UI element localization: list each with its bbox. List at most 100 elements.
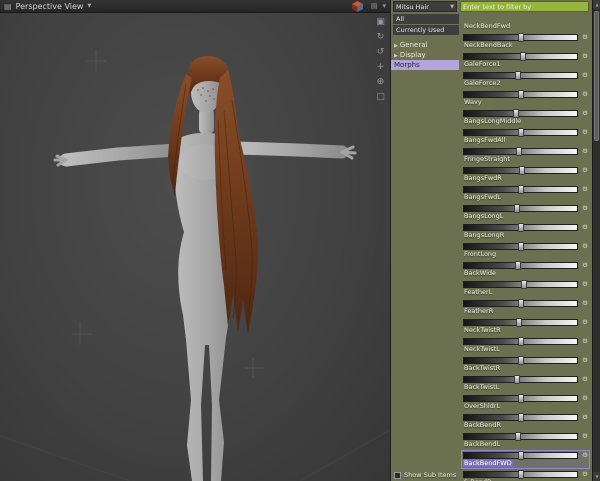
slider-options-icon[interactable]: ⚙ bbox=[580, 356, 590, 365]
slider-options-icon[interactable]: ⚙ bbox=[580, 280, 590, 289]
scrollbar-down-icon[interactable]: ▼ bbox=[593, 472, 600, 481]
slider-track[interactable] bbox=[463, 223, 578, 232]
slider-track[interactable] bbox=[463, 33, 578, 42]
slider-options-icon[interactable]: ⚙ bbox=[580, 204, 590, 213]
slider-track[interactable] bbox=[463, 299, 578, 308]
slider-options-icon[interactable]: ⚙ bbox=[580, 185, 590, 194]
slider-options-icon[interactable]: ⚙ bbox=[580, 223, 590, 232]
view-cube-icon[interactable] bbox=[351, 0, 363, 12]
slider-track[interactable] bbox=[463, 242, 578, 251]
slider-knob[interactable] bbox=[519, 52, 526, 61]
slider-track[interactable] bbox=[463, 413, 578, 422]
slider-track[interactable] bbox=[463, 451, 578, 460]
viewport-menu-icon[interactable]: ▤ bbox=[4, 0, 12, 13]
slider-knob[interactable] bbox=[517, 299, 524, 308]
slider-options-icon[interactable]: ⚙ bbox=[580, 394, 590, 403]
slider-options-icon[interactable]: ⚙ bbox=[580, 413, 590, 422]
slider-track[interactable] bbox=[463, 318, 578, 327]
collapse-pane-icon[interactable]: ▾ bbox=[382, 0, 386, 13]
slider-options-icon[interactable]: ⚙ bbox=[580, 109, 590, 118]
slider-options-icon[interactable]: ⚙ bbox=[580, 470, 590, 479]
slider-knob[interactable] bbox=[517, 185, 524, 194]
slider-track[interactable] bbox=[463, 128, 578, 137]
spin-tool-icon[interactable]: ↺ bbox=[374, 46, 387, 58]
figure-3d[interactable] bbox=[0, 0, 390, 481]
slider-knob[interactable] bbox=[517, 356, 524, 365]
viewport-3d[interactable]: ▤ Perspective View ▼ ▤ ▾ ▣ ↻ ↺ + ⊕ □ bbox=[0, 0, 390, 481]
filter-input[interactable] bbox=[460, 1, 589, 12]
slider-knob[interactable] bbox=[517, 394, 524, 403]
slider-track[interactable] bbox=[463, 109, 578, 118]
slider-knob[interactable] bbox=[515, 71, 522, 80]
zoom-tool-icon[interactable]: ⊕ bbox=[374, 76, 387, 88]
slider-track[interactable] bbox=[463, 432, 578, 441]
slider-knob[interactable] bbox=[516, 318, 523, 327]
slider-knob[interactable] bbox=[517, 90, 524, 99]
slider-track[interactable] bbox=[463, 166, 578, 175]
tree-item-morphs[interactable]: Morphs bbox=[391, 60, 459, 70]
show-sub-items-checkbox[interactable] bbox=[394, 471, 401, 479]
slider-track[interactable] bbox=[463, 356, 578, 365]
slider-knob[interactable] bbox=[517, 451, 524, 460]
slider-knob[interactable] bbox=[517, 242, 524, 251]
slider-knob[interactable] bbox=[517, 413, 524, 422]
slider-options-icon[interactable]: ⚙ bbox=[580, 33, 590, 42]
slider-knob[interactable] bbox=[512, 109, 519, 118]
expand-arrow-icon[interactable]: ▶ bbox=[394, 53, 398, 59]
pan-tool-icon[interactable]: + bbox=[374, 61, 387, 73]
quick-filter-item[interactable]: Currently Used bbox=[393, 25, 459, 35]
slider-track[interactable] bbox=[463, 147, 578, 156]
slider-options-icon[interactable]: ⚙ bbox=[580, 90, 590, 99]
slider-options-icon[interactable]: ⚙ bbox=[580, 71, 590, 80]
slider-options-icon[interactable]: ⚙ bbox=[580, 299, 590, 308]
view-selector-caret-icon[interactable]: ▼ bbox=[87, 3, 91, 9]
slider-knob[interactable] bbox=[515, 261, 522, 270]
panel-scrollbar[interactable]: ▲ ▼ bbox=[592, 0, 600, 481]
slider-knob[interactable] bbox=[517, 470, 524, 479]
slider-knob[interactable] bbox=[517, 337, 524, 346]
scrollbar-thumb[interactable] bbox=[594, 11, 599, 141]
slider-options-icon[interactable]: ⚙ bbox=[580, 242, 590, 251]
slider-track[interactable] bbox=[463, 204, 578, 213]
slider-track[interactable] bbox=[463, 185, 578, 194]
slider-knob[interactable] bbox=[517, 33, 524, 42]
expand-arrow-icon[interactable]: ▶ bbox=[394, 43, 398, 49]
orbit-tool-icon[interactable]: ↻ bbox=[374, 31, 387, 43]
slider-options-icon[interactable]: ⚙ bbox=[580, 451, 590, 460]
slider-track[interactable] bbox=[463, 261, 578, 270]
slider-track[interactable] bbox=[463, 71, 578, 80]
slider-knob[interactable] bbox=[515, 432, 522, 441]
slider-knob[interactable] bbox=[520, 280, 527, 289]
slider-options-icon[interactable]: ⚙ bbox=[580, 337, 590, 346]
view-cube-tool-icon[interactable]: ▣ bbox=[374, 16, 387, 28]
slider-options-icon[interactable]: ⚙ bbox=[580, 166, 590, 175]
scrollbar-up-icon[interactable]: ▲ bbox=[593, 0, 600, 9]
slider-track[interactable] bbox=[463, 90, 578, 99]
slider-knob[interactable] bbox=[517, 128, 524, 137]
slider-options-icon[interactable]: ⚙ bbox=[580, 147, 590, 156]
slider-options-icon[interactable]: ⚙ bbox=[580, 432, 590, 441]
slider-knob[interactable] bbox=[514, 204, 521, 213]
slider-knob[interactable] bbox=[516, 147, 523, 156]
slider-track[interactable] bbox=[463, 375, 578, 384]
slider-track[interactable] bbox=[463, 52, 578, 61]
slider-track[interactable] bbox=[463, 280, 578, 289]
tree-item-display[interactable]: ▶ Display bbox=[391, 50, 459, 60]
slider-knob[interactable] bbox=[517, 223, 524, 232]
slider-options-icon[interactable]: ⚙ bbox=[580, 52, 590, 61]
slider-options-icon[interactable]: ⚙ bbox=[580, 318, 590, 327]
tree-item-general[interactable]: ▶ General bbox=[391, 40, 459, 50]
slider-knob[interactable] bbox=[518, 166, 525, 175]
slider-track[interactable] bbox=[463, 394, 578, 403]
view-selector[interactable]: Perspective View bbox=[16, 0, 84, 13]
slider-options-icon[interactable]: ⚙ bbox=[580, 261, 590, 270]
slider-knob[interactable] bbox=[514, 375, 521, 384]
frame-tool-icon[interactable]: □ bbox=[374, 91, 387, 103]
pane-options-icon[interactable]: ▤ bbox=[371, 0, 378, 13]
quick-filter-item[interactable]: All bbox=[393, 14, 459, 24]
slider-track[interactable] bbox=[463, 337, 578, 346]
slider-options-icon[interactable]: ⚙ bbox=[580, 375, 590, 384]
product-selector[interactable]: Mitsu Hair ▼ bbox=[393, 1, 457, 12]
slider-options-icon[interactable]: ⚙ bbox=[580, 128, 590, 137]
slider-track[interactable] bbox=[463, 470, 578, 479]
